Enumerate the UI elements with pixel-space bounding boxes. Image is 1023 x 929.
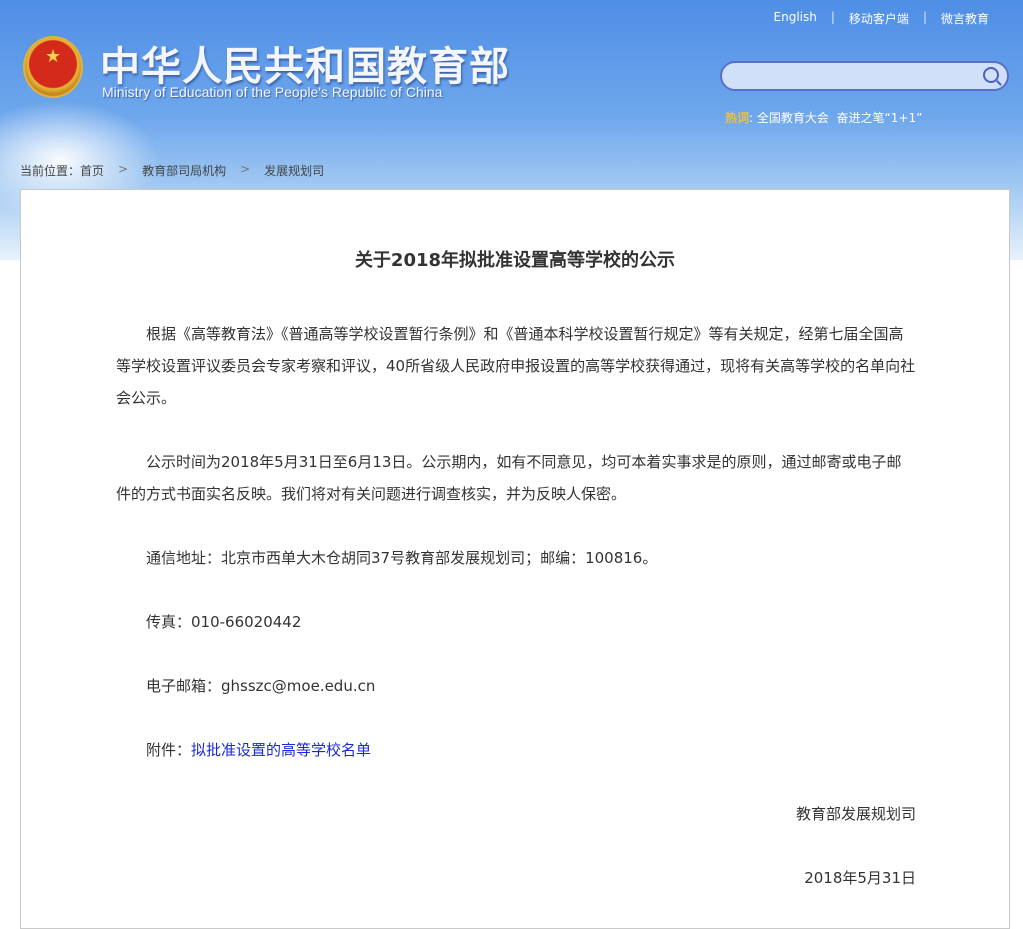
paragraph: 根据《高等教育法》《普通高等学校设置暂行条例》和《普通本科学校设置暂行规定》等有… xyxy=(116,318,916,414)
chevron-right-icon: > xyxy=(240,162,250,179)
date: 2018年5月31日 xyxy=(116,862,916,894)
attachment: 附件：拟批准设置的高等学校名单 xyxy=(116,734,916,766)
breadcrumb-bureaus[interactable]: 教育部司局机构 xyxy=(142,162,226,179)
search-icon[interactable] xyxy=(983,67,999,83)
link-english[interactable]: English xyxy=(774,10,817,27)
top-links: English | 移动客户端 | 微言教育 xyxy=(774,10,989,27)
search-input[interactable] xyxy=(720,61,1009,91)
colon: : xyxy=(749,111,753,125)
breadcrumb: 当前位置： 首页 > 教育部司局机构 > 发展规划司 xyxy=(20,162,324,179)
breadcrumb-home[interactable]: 首页 xyxy=(80,162,104,179)
breadcrumb-label: 当前位置： xyxy=(20,162,80,179)
chevron-right-icon: > xyxy=(118,162,128,179)
link-weiyan[interactable]: 微言教育 xyxy=(941,10,989,27)
national-emblem-logo: ★ xyxy=(23,36,83,98)
attachment-label: 附件： xyxy=(146,741,191,759)
attachment-link[interactable]: 拟批准设置的高等学校名单 xyxy=(191,741,371,759)
fax: 传真：010-66020442 xyxy=(116,606,916,638)
separator: | xyxy=(923,10,927,27)
separator: | xyxy=(831,10,835,27)
article-panel: 关于2018年拟批准设置高等学校的公示 根据《高等教育法》《普通高等学校设置暂行… xyxy=(20,189,1010,929)
address: 通信地址：北京市西单大木仓胡同37号教育部发展规划司；邮编：100816。 xyxy=(116,542,916,574)
signature: 教育部发展规划司 xyxy=(116,798,916,830)
email: 电子邮箱：ghsszc@moe.edu.cn xyxy=(116,670,916,702)
paragraph: 公示时间为2018年5月31日至6月13日。公示期内，如有不同意见，均可本着实事… xyxy=(116,446,916,510)
hot-term[interactable]: 全国教育大会 xyxy=(757,111,829,125)
hot-terms: 热词: 全国教育大会 奋进之笔“1+1” xyxy=(725,109,922,126)
hot-label: 热词 xyxy=(725,111,749,125)
article-title: 关于2018年拟批准设置高等学校的公示 xyxy=(21,246,1009,272)
hot-term[interactable]: 奋进之笔“1+1” xyxy=(837,111,923,125)
link-mobile-client[interactable]: 移动客户端 xyxy=(849,10,909,27)
article-body: 根据《高等教育法》《普通高等学校设置暂行条例》和《普通本科学校设置暂行规定》等有… xyxy=(116,318,916,926)
site-subtitle: Ministry of Education of the People's Re… xyxy=(102,84,442,100)
breadcrumb-planning[interactable]: 发展规划司 xyxy=(264,162,324,179)
